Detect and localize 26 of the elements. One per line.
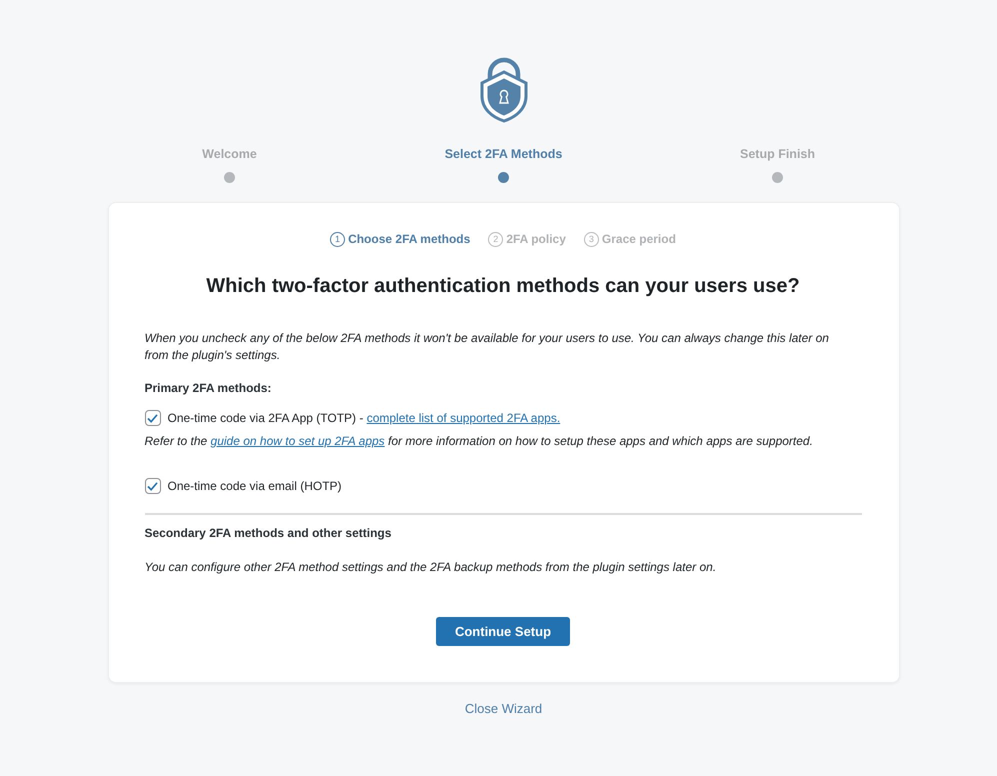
checkbox[interactable] [144,478,160,494]
step-label: Setup Finish [740,146,815,162]
method-label: One-time code via 2FA App (TOTP) - complete list of supported 2FA apps. [168,410,560,426]
substep-label: Choose 2FA methods [348,232,470,246]
guide-note: Refer to the guide on how to set up 2FA apps for more information on how to setup these apps and which apps are supported. [144,433,814,450]
apps-list-link[interactable]: complete list of supported 2FA apps. [366,410,560,424]
continue-setup-button[interactable]: Continue Setup [436,617,570,646]
checkmark-icon [147,414,158,422]
step-label: Select 2FA Methods [444,146,562,162]
close-wizard-link[interactable]: Close Wizard [464,700,542,717]
page-heading: Which two-factor authentication methods can your users use? [205,274,801,299]
shield-padlock-icon [478,55,528,123]
intro-text: When you uncheck any of the below 2FA methods it won't be available for your users to use. You can always change this later on from the plugin's settings. [144,330,830,364]
section-title: Secondary 2FA methods and other settings [144,525,392,542]
step-number: 1 [330,232,346,246]
step-number: 2 [488,232,504,246]
substep-label: 2FA policy [506,232,566,246]
guide-link[interactable]: guide on how to set up 2FA apps [210,434,385,448]
step-number: 3 [584,232,599,246]
checkbox[interactable] [144,410,160,426]
secondary-text: You can configure other 2FA method settings and the 2FA backup methods from the plugin settings later on. [144,559,718,576]
checkmark-icon [147,482,158,490]
method-label: One-time code via email (HOTP) [168,478,342,494]
substep-label: Grace period [602,232,676,246]
section-title: Primary 2FA methods: [144,380,272,397]
step-label: Welcome [202,146,257,162]
